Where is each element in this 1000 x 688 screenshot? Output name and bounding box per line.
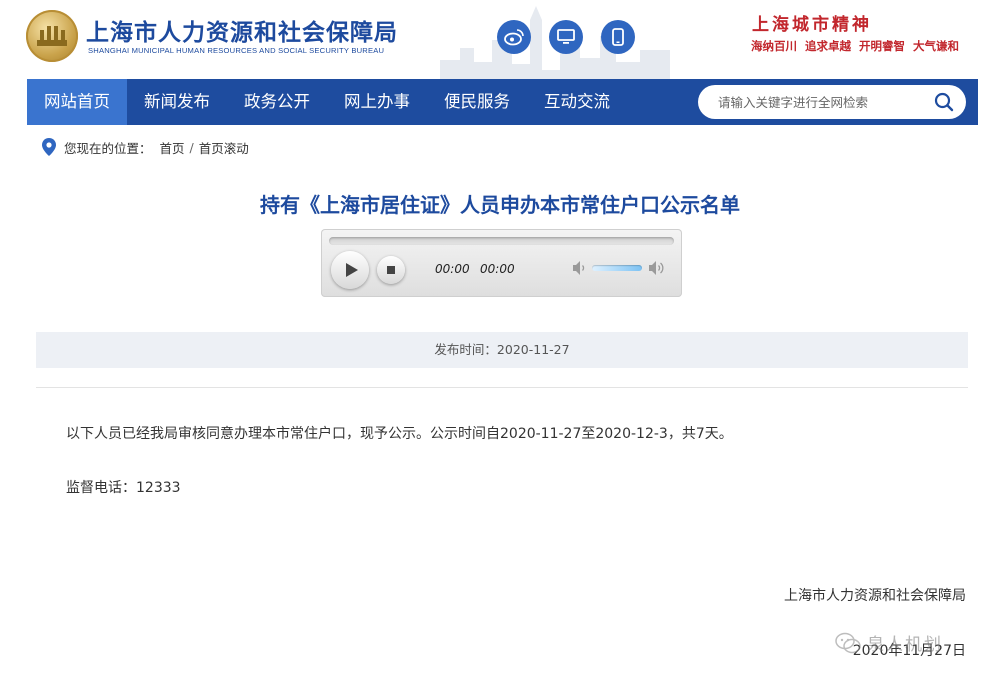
search-box	[698, 85, 966, 119]
audio-progress-bar[interactable]	[329, 237, 674, 245]
city-spirit-title: 上海城市精神	[752, 15, 872, 35]
city-spirit-item: 海纳百川	[751, 39, 797, 53]
article-paragraph: 以下人员已经我局审核同意办理本市常住户口，现予公示。公示时间自2020-11-2…	[66, 426, 733, 442]
content-divider	[36, 387, 968, 388]
issuer-signature: 上海市人力资源和社会保障局	[784, 588, 966, 604]
city-spirit-item: 开明睿智	[859, 39, 905, 53]
nav-item-news[interactable]: 新闻发布	[127, 79, 227, 125]
publish-time-bar: 发布时间：2020-11-27	[36, 332, 968, 368]
page-title: 持有《上海市居住证》人员申办本市常住户口公示名单	[260, 193, 740, 217]
nav-item-public-services[interactable]: 便民服务	[427, 79, 527, 125]
breadcrumb-link-scroll[interactable]: 首页滚动	[199, 138, 249, 157]
publish-time: 发布时间：2020-11-27	[434, 342, 570, 357]
org-name-en: SHANGHAI MUNICIPAL HUMAN RESOURCES AND S…	[88, 46, 385, 55]
stop-button[interactable]	[377, 256, 405, 284]
mobile-icon	[612, 28, 624, 46]
search-icon[interactable]	[934, 92, 954, 112]
wechat-icon	[835, 632, 861, 653]
weibo-icon	[504, 29, 524, 46]
current-time: 00:00	[435, 262, 470, 276]
org-name-cn[interactable]: 上海市人力资源和社会保障局	[86, 13, 398, 47]
site-header: 上海市人力资源和社会保障局 SHANGHAI MUNICIPAL HUMAN R…	[0, 0, 1000, 80]
breadcrumb: 您现在的位置： 首页 / 首页滚动	[42, 137, 249, 157]
breadcrumb-prefix: 您现在的位置：	[64, 140, 152, 156]
audio-player: 00:00 00:00	[321, 229, 682, 297]
mobile-site-button[interactable]	[601, 20, 635, 54]
volume-max-icon[interactable]	[648, 260, 666, 276]
volume-mute-icon[interactable]	[572, 260, 588, 276]
desktop-icon	[557, 29, 575, 44]
city-spirit-items: 海纳百川 追求卓越 开明睿智 大气谦和	[751, 38, 959, 54]
location-pin-icon	[42, 138, 56, 156]
city-spirit-item: 追求卓越	[805, 39, 851, 53]
breadcrumb-separator: /	[189, 139, 194, 155]
bureau-logo-icon[interactable]	[26, 10, 78, 62]
weibo-button[interactable]	[497, 20, 531, 54]
watermark: 泉人机划	[835, 630, 943, 655]
supervision-phone: 监督电话：12333	[66, 480, 181, 496]
main-nav: 网站首页 新闻发布 政务公开 网上办事 便民服务 互动交流	[27, 79, 978, 125]
play-button[interactable]	[331, 251, 369, 289]
nav-item-interaction[interactable]: 互动交流	[527, 79, 627, 125]
nav-item-government-affairs[interactable]: 政务公开	[227, 79, 327, 125]
duration: 00:00	[480, 262, 515, 276]
nav-item-home[interactable]: 网站首页	[27, 79, 127, 125]
volume-slider[interactable]	[592, 265, 642, 271]
watermark-text: 泉人机划	[867, 635, 943, 655]
city-spirit-item: 大气谦和	[913, 39, 959, 53]
search-input[interactable]	[716, 93, 920, 111]
desktop-site-button[interactable]	[549, 20, 583, 54]
breadcrumb-link-home[interactable]: 首页	[160, 138, 185, 157]
nav-item-online-services[interactable]: 网上办事	[327, 79, 427, 125]
